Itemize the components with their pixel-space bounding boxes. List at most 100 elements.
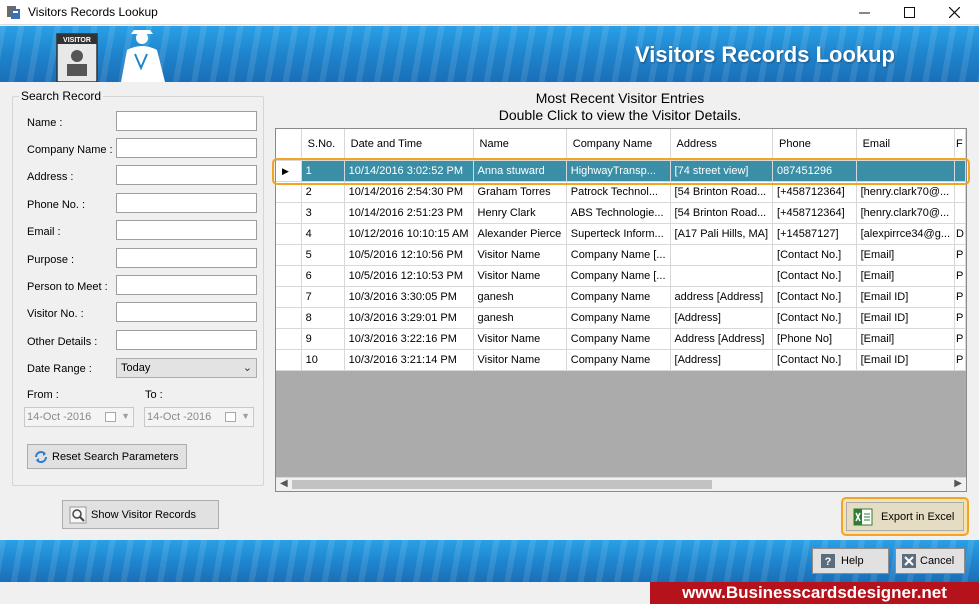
maximize-button[interactable] bbox=[887, 0, 931, 25]
table-cell: 10 bbox=[301, 349, 345, 371]
row-header[interactable] bbox=[276, 244, 302, 266]
table-cell: 087451296 bbox=[772, 160, 857, 182]
row-header[interactable] bbox=[276, 265, 302, 287]
row-header[interactable] bbox=[276, 181, 302, 203]
visitor-no-label: Visitor No. : bbox=[27, 308, 84, 320]
row-header[interactable] bbox=[276, 349, 302, 371]
table-cell: [henry.clark70@... bbox=[856, 202, 956, 224]
horizontal-scrollbar[interactable]: ◀ ▶ bbox=[276, 477, 966, 491]
table-row[interactable]: 3 10/14/2016 2:51:23 PM Henry Clark ABS Tec… bbox=[276, 202, 966, 224]
table-cell: Company Name [... bbox=[566, 265, 671, 287]
from-date-picker[interactable]: 14-Oct -2016 ▼ bbox=[24, 407, 134, 427]
purpose-field[interactable] bbox=[116, 248, 257, 268]
row-header[interactable] bbox=[276, 202, 302, 224]
column-header[interactable]: S.No. bbox=[301, 129, 345, 161]
table-cell: Address [Address] bbox=[670, 328, 774, 350]
table-cell: P bbox=[954, 307, 966, 329]
header-banner: VISITOR Visitors Records Lookup bbox=[0, 26, 979, 82]
show-visitor-records-button[interactable]: Show Visitor Records bbox=[62, 500, 219, 529]
date-range-select[interactable]: Today ⌄ bbox=[116, 358, 257, 378]
table-cell: 10/3/2016 3:29:01 PM bbox=[344, 307, 474, 329]
export-excel-label: Export in Excel bbox=[881, 510, 955, 523]
column-header[interactable]: Address bbox=[670, 129, 774, 161]
table-row[interactable]: 9 10/3/2016 3:22:16 PM Visitor Name Company… bbox=[276, 328, 966, 350]
column-header[interactable]: Email bbox=[856, 129, 956, 161]
visitor-no-field[interactable] bbox=[116, 302, 257, 322]
other-details-field[interactable] bbox=[116, 330, 257, 350]
column-header[interactable]: Name bbox=[473, 129, 567, 161]
table-cell: [+458712364] bbox=[772, 181, 857, 203]
help-label: Help bbox=[841, 555, 864, 567]
address-field[interactable] bbox=[116, 165, 257, 185]
table-row[interactable]: 5 10/5/2016 12:10:56 PM Visitor Name Compan… bbox=[276, 244, 966, 266]
company-name-field[interactable] bbox=[116, 138, 257, 158]
from-label: From : bbox=[27, 389, 59, 401]
table-cell: 10/3/2016 3:30:05 PM bbox=[344, 286, 474, 308]
table-row[interactable]: 10 10/3/2016 3:21:14 PM Visitor Name Compan… bbox=[276, 349, 966, 371]
title-bar: Visitors Records Lookup bbox=[0, 0, 979, 25]
phone-field[interactable] bbox=[116, 193, 257, 213]
badge-text: VISITOR bbox=[63, 37, 91, 44]
column-header[interactable]: Company Name bbox=[566, 129, 671, 161]
person-to-meet-label: Person to Meet : bbox=[27, 281, 108, 293]
recent-entries-hint: Double Click to view the Visitor Details… bbox=[498, 107, 742, 123]
table-row[interactable]: 4 10/12/2016 10:10:15 AM Alexander Pierce S… bbox=[276, 223, 966, 245]
table-cell: [henry.clark70@... bbox=[856, 181, 956, 203]
table-cell: HighwayTransp... bbox=[566, 160, 671, 182]
visitor-entries-grid[interactable]: S.No. Date and Time Name Company Name Ad… bbox=[275, 128, 967, 492]
export-excel-button[interactable]: Export in Excel bbox=[846, 502, 964, 531]
close-button[interactable] bbox=[932, 0, 976, 25]
row-header[interactable] bbox=[276, 328, 302, 350]
address-label: Address : bbox=[27, 171, 74, 183]
reset-search-label: Reset Search Parameters bbox=[52, 450, 179, 463]
table-cell: [Email ID] bbox=[856, 349, 956, 371]
table-cell: 5 bbox=[301, 244, 345, 266]
table-row[interactable]: 7 10/3/2016 3:30:05 PM ganesh Company Name a… bbox=[276, 286, 966, 308]
table-cell bbox=[954, 160, 966, 182]
scroll-thumb[interactable] bbox=[292, 480, 712, 489]
table-cell: [54 Brinton Road... bbox=[670, 202, 774, 224]
minimize-button[interactable] bbox=[842, 0, 886, 25]
column-header[interactable]: Date and Time bbox=[344, 129, 474, 161]
help-button[interactable]: ? Help bbox=[812, 548, 889, 574]
to-date-picker[interactable]: 14-Oct -2016 ▼ bbox=[144, 407, 254, 427]
row-header[interactable]: ▶ bbox=[276, 160, 302, 182]
cancel-button[interactable]: Cancel bbox=[895, 548, 965, 574]
table-cell bbox=[954, 181, 966, 203]
table-cell: P bbox=[954, 265, 966, 287]
table-cell: [Email] bbox=[856, 328, 956, 350]
table-cell: [Contact No.] bbox=[772, 286, 857, 308]
table-cell: 10/3/2016 3:21:14 PM bbox=[344, 349, 474, 371]
scroll-right-icon[interactable]: ▶ bbox=[954, 478, 962, 489]
table-cell: ganesh bbox=[473, 307, 567, 329]
row-header[interactable] bbox=[276, 223, 302, 245]
table-cell bbox=[856, 160, 956, 182]
table-cell bbox=[670, 265, 774, 287]
person-to-meet-field[interactable] bbox=[116, 275, 257, 295]
table-cell: [Email ID] bbox=[856, 307, 956, 329]
row-header[interactable] bbox=[276, 286, 302, 308]
table-cell: 2 bbox=[301, 181, 345, 203]
table-cell: [alexpirrce34@g... bbox=[856, 223, 956, 245]
scroll-left-icon[interactable]: ◀ bbox=[280, 478, 288, 489]
table-row[interactable]: 2 10/14/2016 2:54:30 PM Graham Torres Patro… bbox=[276, 181, 966, 203]
close-icon bbox=[948, 7, 960, 18]
column-header[interactable]: Phone bbox=[772, 129, 857, 161]
email-field[interactable] bbox=[116, 220, 257, 240]
name-field[interactable] bbox=[116, 111, 257, 131]
table-row[interactable]: ▶ 1 10/14/2016 3:02:52 PM Anna stuward Highw… bbox=[276, 160, 966, 182]
table-cell: D bbox=[954, 223, 966, 245]
table-cell: [54 Brinton Road... bbox=[670, 181, 774, 203]
table-row[interactable]: 8 10/3/2016 3:29:01 PM ganesh Company Name[… bbox=[276, 307, 966, 329]
reset-search-button[interactable]: Reset Search Parameters bbox=[27, 444, 187, 469]
table-cell: ABS Technologie... bbox=[566, 202, 671, 224]
table-row[interactable]: 6 10/5/2016 12:10:53 PM Visitor Name Compan… bbox=[276, 265, 966, 287]
row-header[interactable] bbox=[276, 307, 302, 329]
help-icon: ? bbox=[821, 554, 835, 568]
table-cell: ganesh bbox=[473, 286, 567, 308]
table-cell: Visitor Name bbox=[473, 349, 567, 371]
table-cell: Visitor Name bbox=[473, 265, 567, 287]
magnifier-icon bbox=[69, 506, 87, 523]
minimize-icon bbox=[858, 12, 870, 14]
column-header[interactable]: F bbox=[954, 129, 966, 161]
